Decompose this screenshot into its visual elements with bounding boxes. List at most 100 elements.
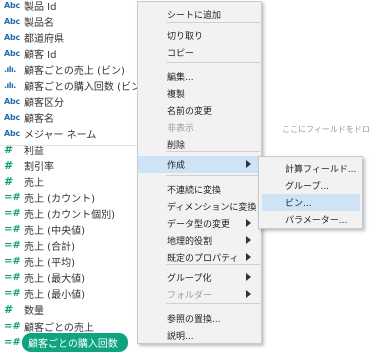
menu-item-label: グループ化 [167, 274, 212, 284]
field-label: 顧客名 [24, 113, 54, 125]
field-label: 割引率 [24, 162, 54, 173]
string-type-icon: Abc [4, 32, 21, 42]
menu-item-label: 参照の置換... [167, 315, 221, 325]
menu-separator [166, 151, 260, 152]
field-label: 製品名 [24, 17, 54, 29]
menu-item-label: 複製 [167, 90, 186, 100]
menu-item-group-by[interactable]: グループ化 [138, 269, 261, 286]
field-label: 売上 (カウント) [24, 194, 95, 206]
field-label-wrap: 顧客区分 [24, 94, 64, 109]
field-row[interactable]: =# 顧客ごとの購入回数 [0, 332, 160, 352]
field-label: 売上 (中央値) [24, 226, 85, 238]
bin-icon: .ılı. [4, 64, 16, 74]
string-type-icon: Abc [4, 48, 21, 58]
field-label: 顧客区分 [24, 97, 64, 109]
menu-item-label: 切り取り [167, 32, 204, 42]
menu-item-label: ディメンションに変換 [167, 203, 257, 213]
menu-item-geographic-role[interactable]: 地理的役割 [138, 232, 261, 249]
menu-item-label: 不連続に変換 [167, 186, 222, 196]
menu-item-label: 削除 [167, 141, 186, 151]
submenu-item-bins[interactable]: ビン... [262, 194, 360, 211]
submenu-item-label: 計算フィールド... [285, 165, 357, 175]
menu-item-duplicate[interactable]: 複製 [138, 85, 261, 102]
field-label-wrap: 顧客名 [24, 110, 54, 125]
menu-item-rename[interactable]: 名前の変更 [138, 102, 261, 119]
menu-separator [166, 264, 260, 265]
submenu-item-group[interactable]: グループ... [259, 177, 362, 194]
submenu-item-label: グループ... [285, 182, 330, 192]
calculated-measure-icon: =# [4, 240, 21, 252]
menu-item-label: 編集... [167, 73, 194, 83]
menu-item-label: 名前の変更 [167, 107, 213, 117]
string-type-icon: Abc [4, 16, 21, 26]
menu-item-describe[interactable]: 説明... [138, 327, 261, 344]
number-type-icon: # [4, 303, 14, 317]
field-label-wrap: 顧客 Id [24, 46, 56, 61]
menu-item-copy[interactable]: コピー [138, 44, 261, 61]
number-type-icon: # [4, 159, 14, 172]
field-label-wrap: メジャー ネーム [24, 126, 96, 141]
field-label-wrap: 顧客ごとの購入回数 (ビン) [24, 78, 145, 93]
string-type-icon: Abc [4, 112, 21, 122]
field-label: 売上 (最大値) [24, 274, 85, 286]
menu-item-create[interactable]: 作成 [138, 156, 261, 173]
field-label: 顧客ごとの売上 [24, 322, 94, 334]
submenu-item-label: ビン... [285, 199, 312, 209]
menu-item-label: 作成 [167, 161, 186, 171]
menu-item-convert-dimension[interactable]: ディメンションに変換 [138, 198, 261, 215]
menu-item-label: データ型の変更 [167, 220, 231, 230]
submenu-arrow-icon [246, 160, 251, 168]
field-label: 売上 (平均) [24, 258, 75, 270]
field-label-wrap: 売上 (最小値) [24, 286, 85, 301]
field-label: 顧客ごとの購入回数 [28, 338, 118, 350]
calculated-measure-icon: =# [4, 336, 21, 348]
field-label-wrap: 売上 (平均) [24, 254, 75, 269]
calculated-measure-icon: =# [4, 192, 21, 204]
field-label: 利益 [24, 145, 44, 157]
submenu-item-calculated-field[interactable]: 計算フィールド... [259, 160, 362, 177]
field-label-wrap: 数量 [24, 302, 44, 317]
field-label: 都道府県 [24, 33, 64, 45]
field-label-wrap: 製品 Id [24, 0, 56, 13]
menu-item-label: 説明... [167, 332, 194, 342]
submenu-item-label: パラメーター... [285, 216, 348, 226]
menu-item-add-to-sheet[interactable]: シートに追加 [138, 6, 261, 23]
menu-separator [166, 175, 260, 176]
submenu-arrow-icon [246, 253, 251, 261]
field-label-wrap: 売上 (最大値) [24, 270, 85, 285]
submenu-arrow-icon [246, 219, 251, 227]
field-label-wrap: 都道府県 [24, 30, 64, 45]
string-type-icon: Abc [4, 0, 21, 10]
selected-field-pill: 顧客ごとの購入回数 [22, 332, 128, 352]
field-label: メジャー ネーム [24, 129, 97, 141]
menu-item-label: 地理的役割 [167, 237, 213, 247]
field-label: 製品 Id [24, 1, 57, 13]
menu-item-change-data-type[interactable]: データ型の変更 [138, 215, 261, 232]
field-label-wrap: 割引率 [24, 158, 54, 173]
menu-separator [166, 62, 260, 63]
submenu-arrow-icon [246, 236, 251, 244]
menu-separator [166, 303, 260, 304]
calculated-measure-icon: =# [4, 224, 21, 236]
menu-item-label: コピー [167, 49, 195, 59]
dimension-measure-divider [0, 145, 160, 146]
field-label-wrap: 売上 (中央値) [24, 222, 85, 237]
field-label: 顧客ごとの購入回数 (ビン) [24, 81, 145, 93]
field-label-wrap: 顧客ごとの売上 [24, 319, 94, 334]
menu-item-convert-discrete[interactable]: 不連続に変換 [138, 181, 261, 198]
field-label-wrap: 売上 (カウント個別) [24, 206, 115, 221]
menu-item-cut[interactable]: 切り取り [138, 27, 261, 44]
string-type-icon: Abc [4, 128, 21, 138]
string-type-icon: Abc [4, 96, 21, 106]
field-label: 売上 (合計) [24, 242, 75, 254]
menu-item-folders[interactable]: フォルダー [138, 286, 261, 303]
submenu-arrow-icon [246, 290, 251, 298]
menu-item-replace-references[interactable]: 参照の置換... [138, 310, 261, 327]
field-label-wrap: 製品名 [24, 14, 54, 29]
data-pane: Abc 製品 Id Abc 製品名 Abc 都道府県 Abc 顧客 Id .ılı. 顧客ごとの売… [0, 0, 160, 355]
field-label: 顧客 Id [24, 49, 57, 61]
field-label-wrap: 顧客ごとの売上 (ビン) [24, 62, 125, 77]
menu-item-edit[interactable]: 編集... [138, 68, 261, 85]
submenu-item-parameter[interactable]: パラメーター... [259, 211, 362, 228]
menu-item-hide[interactable]: 非表示 [138, 119, 261, 136]
